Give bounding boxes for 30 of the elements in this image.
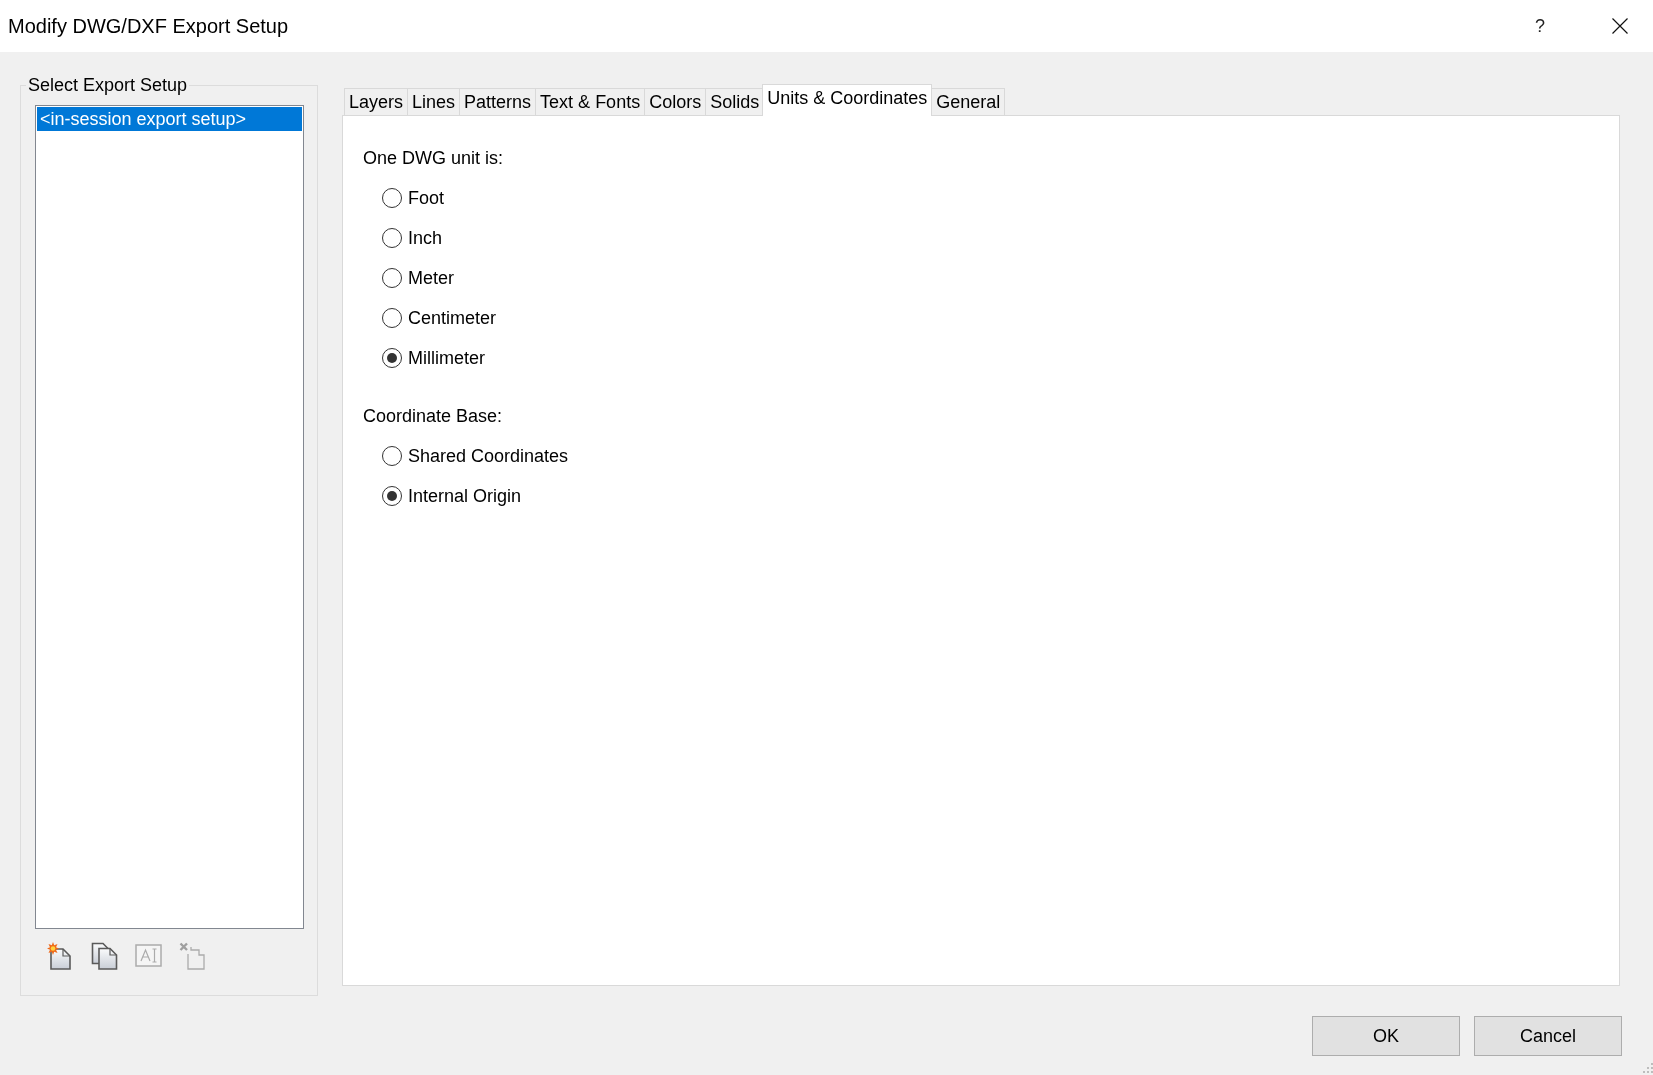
tab[interactable]: General: [931, 88, 1006, 115]
radio-button[interactable]: [382, 228, 402, 248]
radio-button[interactable]: [382, 308, 402, 328]
list-item[interactable]: <in-session export setup>: [37, 107, 302, 131]
page-spark-icon[interactable]: [47, 942, 74, 970]
close-icon[interactable]: [1612, 18, 1628, 34]
window-title: Modify DWG/DXF Export Setup: [8, 14, 289, 38]
option-label: Inch: [408, 227, 443, 249]
option-label: Foot: [408, 187, 445, 209]
two-pages-icon[interactable]: [91, 942, 118, 970]
help-button[interactable]: ?: [1530, 15, 1550, 37]
radio-button[interactable]: [382, 446, 402, 466]
option-label: Centimeter: [408, 307, 497, 329]
option-label: Internal Origin: [408, 485, 522, 507]
radio-button[interactable]: [382, 268, 402, 288]
group-label: One DWG unit is:: [363, 147, 504, 169]
radio-button[interactable]: [382, 188, 402, 208]
group-label: Select Export Setup: [27, 74, 189, 96]
resize-grip-icon[interactable]: [1643, 1063, 1653, 1073]
setup-list[interactable]: <in-session export setup>: [35, 105, 304, 929]
dialog-button[interactable]: OK: [1312, 1016, 1460, 1056]
option-label: Shared Coordinates: [408, 445, 569, 467]
option-label: Meter: [408, 267, 454, 289]
radio-button[interactable]: [382, 486, 402, 506]
option-label: Millimeter: [408, 347, 485, 369]
radio-button[interactable]: [382, 348, 402, 368]
dialog-button[interactable]: Cancel: [1474, 1016, 1622, 1056]
group-label: Coordinate Base:: [363, 405, 503, 427]
tab[interactable]: Units & Coordinates: [762, 84, 933, 116]
tab[interactable]: Layers: [344, 88, 409, 115]
